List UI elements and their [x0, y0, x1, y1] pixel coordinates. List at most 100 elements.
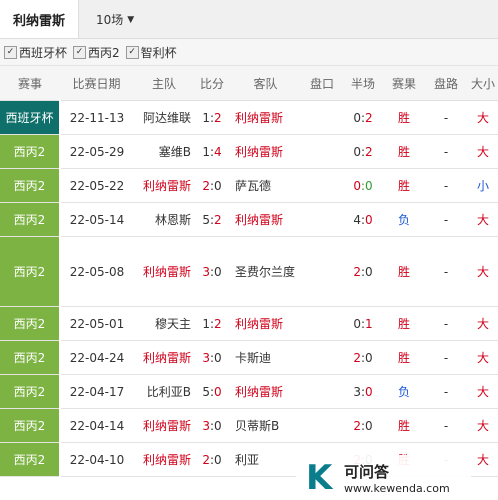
- away-team[interactable]: 利纳雷斯: [235, 145, 283, 159]
- ht-home: 0: [353, 110, 361, 125]
- home-team[interactable]: 塞维B: [159, 145, 191, 159]
- table-header: 赛事 比赛日期 主队 比分 客队 盘口 半场 赛果 盘路 大小: [0, 66, 498, 101]
- away-team-cell: 利纳雷斯: [229, 374, 302, 409]
- filter-label: 西班牙杯: [19, 45, 68, 60]
- ht-away: 0: [365, 384, 373, 399]
- ou-label: 大: [476, 385, 489, 399]
- halftime-cell: 2:0: [342, 408, 384, 443]
- home-team[interactable]: 利纳雷斯: [143, 453, 191, 467]
- away-team[interactable]: 圣费尔兰度: [235, 265, 295, 279]
- league-cell: 西丙2: [0, 134, 61, 169]
- away-team[interactable]: 贝蒂斯B: [235, 419, 279, 433]
- date-label: 22-04-17: [69, 384, 125, 399]
- halftime-cell: 0:2: [342, 134, 384, 169]
- away-team-cell: 圣费尔兰度: [229, 236, 302, 307]
- table-row[interactable]: 西丙2 22-05-22 利纳雷斯 2:0 萨瓦德 0:0 胜 - 小: [0, 168, 498, 203]
- result-label: 胜: [397, 111, 410, 125]
- match-table: 赛事 比赛日期 主队 比分 客队 盘口 半场 赛果 盘路 大小 西班牙杯 22-11-13 阿达维联 1…: [0, 66, 498, 477]
- home-team[interactable]: 利纳雷斯: [143, 419, 191, 433]
- table-row[interactable]: 西班牙杯 22-11-13 阿达维联 1:2 利纳雷斯 0:2 胜 - 大: [0, 100, 498, 135]
- match-count-label: 10场: [96, 13, 124, 27]
- column-header: 大小: [468, 66, 498, 101]
- table-row[interactable]: 西丙2 22-04-14 利纳雷斯 3:0 贝蒂斯B 2:0 胜 - 大: [0, 408, 498, 443]
- home-score: 3: [202, 350, 210, 365]
- score-cell: 3:0: [195, 340, 229, 375]
- home-team[interactable]: 阿达维联: [143, 111, 191, 125]
- halftime-cell: 2:0: [342, 236, 384, 307]
- ht-home: 0: [353, 144, 361, 159]
- k-logo-icon: K: [306, 457, 333, 498]
- halftime-cell: 0:0: [342, 168, 384, 203]
- filter-0[interactable]: ✓ 西班牙杯: [4, 44, 67, 61]
- away-team[interactable]: 利亚: [235, 453, 259, 467]
- away-team[interactable]: 萨瓦德: [235, 179, 271, 193]
- table-row[interactable]: 西丙2 22-04-17 比利亚B 5:0 利纳雷斯 3:0 负 - 大: [0, 374, 498, 409]
- away-team[interactable]: 利纳雷斯: [235, 213, 283, 227]
- filter-1[interactable]: ✓ 西丙2: [73, 44, 120, 61]
- table-row[interactable]: 西丙2 22-05-01 穆天主 1:2 利纳雷斯 0:1 胜 - 大: [0, 306, 498, 341]
- team-tab[interactable]: 利纳雷斯: [0, 0, 79, 38]
- checkbox-icon[interactable]: ✓: [125, 45, 139, 59]
- home-team[interactable]: 利纳雷斯: [143, 179, 191, 193]
- home-team[interactable]: 林恩斯: [155, 213, 191, 227]
- league-cell: 西丙2: [0, 236, 61, 307]
- result-cell: 负: [384, 202, 424, 237]
- filter-label: 智利杯: [140, 45, 177, 60]
- score-cell: 3:0: [195, 408, 229, 443]
- home-team[interactable]: 穆天主: [155, 317, 191, 331]
- table-row[interactable]: 西丙2 22-04-24 利纳雷斯 3:0 卡斯迪 2:0 胜 - 大: [0, 340, 498, 375]
- away-score: 2: [214, 316, 222, 331]
- over-under-cell: 大: [468, 340, 498, 375]
- home-score: 2: [202, 452, 210, 467]
- result-label: 胜: [397, 351, 410, 365]
- home-team-cell: 利纳雷斯: [133, 168, 195, 203]
- result-cell: 胜: [384, 306, 424, 341]
- home-score: 3: [202, 264, 210, 279]
- league-label: 西丙2: [13, 145, 46, 159]
- ht-away: 0: [365, 212, 373, 227]
- away-team[interactable]: 利纳雷斯: [235, 111, 283, 125]
- score-cell: 3:0: [195, 236, 229, 307]
- away-team[interactable]: 利纳雷斯: [235, 385, 283, 399]
- table-row[interactable]: 西丙2 22-05-29 塞维B 1:4 利纳雷斯 0:2 胜 - 大: [0, 134, 498, 169]
- checkbox-icon[interactable]: ✓: [73, 45, 87, 59]
- away-team-cell: 贝蒂斯B: [229, 408, 302, 443]
- score-cell: 1:2: [195, 306, 229, 341]
- home-team-cell: 塞维B: [133, 134, 195, 169]
- handicap-cell: [302, 168, 342, 203]
- handicap-cell: [302, 134, 342, 169]
- table-row[interactable]: 西丙2 22-05-14 林恩斯 5:2 利纳雷斯 4:0 负 - 大: [0, 202, 498, 237]
- away-team-cell: 利纳雷斯: [229, 306, 302, 341]
- ht-away: 0: [365, 350, 373, 365]
- home-team[interactable]: 利纳雷斯: [143, 351, 191, 365]
- result-cell: 胜: [384, 340, 424, 375]
- away-team[interactable]: 卡斯迪: [235, 351, 271, 365]
- table-row[interactable]: 西丙2 22-05-08 利纳雷斯 3:0 圣费尔兰度 2:0 胜 - 大: [0, 236, 498, 307]
- pan-label: -: [443, 384, 449, 399]
- ht-home: 2: [353, 418, 361, 433]
- pan-cell: -: [424, 236, 468, 307]
- pan-label: -: [443, 264, 449, 279]
- away-team[interactable]: 利纳雷斯: [235, 317, 283, 331]
- over-under-cell: 大: [468, 202, 498, 237]
- league-cell: 西丙2: [0, 340, 61, 375]
- result-label: 胜: [397, 179, 410, 193]
- home-team-cell: 利纳雷斯: [133, 340, 195, 375]
- match-count-select[interactable]: 10场 ▼: [96, 11, 134, 28]
- caret-down-icon: ▼: [127, 14, 135, 25]
- pan-label: -: [443, 110, 449, 125]
- ht-home: 4: [353, 212, 361, 227]
- column-header: 比赛日期: [60, 66, 133, 101]
- date-cell: 22-04-24: [60, 340, 133, 375]
- checkbox-icon[interactable]: ✓: [4, 45, 17, 59]
- pan-label: -: [443, 212, 449, 227]
- league-label: 西丙2: [13, 351, 46, 365]
- date-cell: 22-05-29: [60, 134, 133, 169]
- ht-home: 2: [353, 350, 361, 365]
- home-score: 1: [202, 110, 210, 125]
- home-team[interactable]: 比利亚B: [147, 385, 191, 399]
- filter-2[interactable]: ✓ 智利杯: [125, 44, 177, 61]
- date-cell: 22-11-13: [60, 100, 133, 135]
- home-team-cell: 利纳雷斯: [133, 442, 195, 477]
- home-team[interactable]: 利纳雷斯: [143, 265, 191, 279]
